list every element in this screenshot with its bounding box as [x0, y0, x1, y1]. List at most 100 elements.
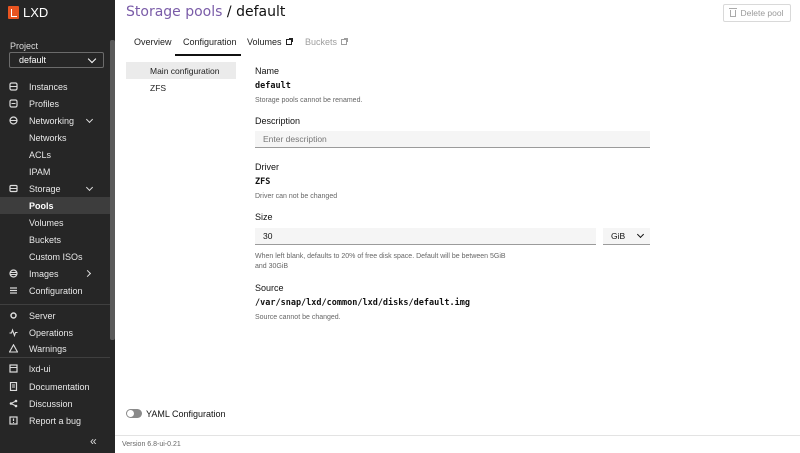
source-label: Source [255, 283, 284, 293]
name-help: Storage pools cannot be renamed. [255, 97, 363, 104]
sidebar-divider [0, 357, 110, 358]
yaml-configuration-label: YAML Configuration [146, 409, 226, 419]
external-link-icon [341, 38, 349, 45]
tab-configuration[interactable]: Configuration [183, 37, 237, 47]
logo[interactable]: LXD [8, 4, 48, 20]
sidebar-item-label: Volumes [29, 217, 64, 228]
server-icon [9, 311, 18, 320]
sidebar-item-label: Storage [29, 183, 61, 194]
project-label: Project [10, 41, 39, 51]
sidebar-item-label: Configuration [29, 285, 83, 296]
sidebar-item-storage[interactable]: Storage [0, 180, 110, 197]
size-help-line-2: and 30GiB [255, 263, 289, 270]
sidebar-item-label: IPAM [29, 166, 51, 177]
lxd-ui-icon [9, 364, 18, 373]
external-link-icon [285, 38, 293, 45]
chevron-down-icon [85, 115, 94, 124]
sidebar-item-discussion[interactable]: Discussion [0, 395, 110, 412]
sidebar-item-label: Pools [29, 200, 54, 211]
source-value: /var/snap/lxd/common/lxd/disks/default.i… [255, 298, 470, 308]
app-name: LXD [23, 4, 49, 20]
section-main-configuration[interactable]: Main configuration [126, 62, 236, 79]
source-help: Source cannot be changed. [255, 314, 341, 321]
sidebar-item-configuration[interactable]: Configuration [0, 282, 110, 299]
sidebar-item-label: Operations [29, 327, 74, 338]
sidebar-item-label: Networking [29, 115, 75, 126]
current-pool-name: default [236, 4, 286, 20]
sidebar: LXD Project default Instances Profiles N… [0, 0, 115, 453]
tab-volumes[interactable]: Volumes [247, 37, 293, 47]
sidebar-item-acls[interactable]: ACLs [0, 146, 110, 163]
sidebar-item-label: lxd-ui [29, 363, 51, 374]
sidebar-item-networking[interactable]: Networking [0, 112, 110, 129]
tab-label: Overview [134, 37, 172, 47]
tab-label: Volumes [247, 37, 282, 47]
sidebar-item-images[interactable]: Images [0, 265, 110, 282]
sidebar-item-networks[interactable]: Networks [0, 129, 110, 146]
tab-bar: Overview Configuration Volumes Buckets [125, 30, 800, 56]
yaml-configuration-toggle[interactable] [126, 409, 142, 418]
tab-overview[interactable]: Overview [134, 37, 172, 47]
description-label: Description [255, 116, 301, 126]
sidebar-item-label: Warnings [29, 343, 67, 354]
chevron-down-icon [85, 183, 94, 192]
sidebar-item-lxd-ui[interactable]: lxd-ui [0, 360, 110, 377]
sidebar-item-documentation[interactable]: Documentation [0, 378, 110, 395]
sidebar-item-label: Instances [29, 81, 68, 92]
project-select[interactable]: default [9, 52, 104, 68]
images-icon [9, 269, 18, 278]
section-nav: Main configuration ZFS [126, 62, 236, 96]
sidebar-item-label: Networks [29, 132, 67, 143]
lxd-logo-icon [8, 5, 19, 19]
sidebar-item-volumes[interactable]: Volumes [0, 214, 110, 231]
size-input[interactable]: 30 [255, 228, 596, 245]
networking-icon [9, 116, 18, 125]
section-zfs[interactable]: ZFS [126, 79, 236, 96]
sidebar-divider [0, 304, 110, 305]
sidebar-item-warnings[interactable]: Warnings [0, 341, 110, 356]
sidebar-item-buckets[interactable]: Buckets [0, 231, 110, 248]
sidebar-item-report-a-bug[interactable]: Report a bug [0, 412, 110, 429]
discussion-icon [9, 399, 18, 408]
name-value: default [255, 81, 291, 91]
sidebar-item-label: Discussion [29, 398, 73, 409]
sidebar-item-label: ACLs [29, 149, 52, 160]
sidebar-scrollbar[interactable] [110, 40, 115, 340]
project-value: default [19, 55, 47, 65]
documentation-icon [9, 382, 18, 391]
warnings-icon [9, 344, 18, 353]
sidebar-item-profiles[interactable]: Profiles [0, 95, 110, 112]
sidebar-item-operations[interactable]: Operations [0, 324, 110, 341]
trash-icon [729, 7, 738, 17]
size-unit-select[interactable]: GiB [603, 228, 650, 245]
sidebar-item-label: Profiles [29, 98, 60, 109]
driver-label: Driver [255, 162, 279, 172]
delete-pool-label: Delete pool [740, 8, 784, 18]
chevron-right-icon [83, 269, 92, 278]
tab-label: Configuration [183, 37, 237, 47]
breadcrumb[interactable]: Storage pools [126, 4, 222, 20]
breadcrumb-separator: / [222, 4, 237, 20]
size-unit-value: GiB [611, 231, 626, 241]
driver-help: Driver can not be changed [255, 193, 338, 200]
configuration-icon [9, 286, 18, 295]
tab-buckets: Buckets [305, 37, 349, 47]
description-input[interactable]: Enter description [255, 131, 650, 148]
sidebar-item-server[interactable]: Server [0, 307, 110, 324]
sidebar-item-ipam[interactable]: IPAM [0, 163, 110, 180]
chevron-down-icon [87, 54, 97, 64]
sidebar-item-instances[interactable]: Instances [0, 78, 110, 95]
collapse-sidebar-icon[interactable]: « [90, 434, 97, 448]
sidebar-item-pools[interactable]: Pools [0, 197, 110, 214]
sidebar-item-label: Custom ISOs [29, 251, 83, 262]
bug-icon [9, 416, 18, 425]
toggle-knob [127, 410, 134, 417]
storage-icon [9, 184, 18, 193]
delete-pool-button[interactable]: Delete pool [723, 4, 791, 22]
footer: Version 6.8-ui-0.21 [115, 435, 800, 453]
chevron-down-icon [636, 230, 645, 239]
size-help-line-1: When left blank, defaults to 20% of free… [255, 253, 506, 260]
sidebar-item-label: Server [29, 310, 56, 321]
sidebar-item-custom-isos[interactable]: Custom ISOs [0, 248, 110, 265]
sidebar-item-label: Documentation [29, 381, 90, 392]
